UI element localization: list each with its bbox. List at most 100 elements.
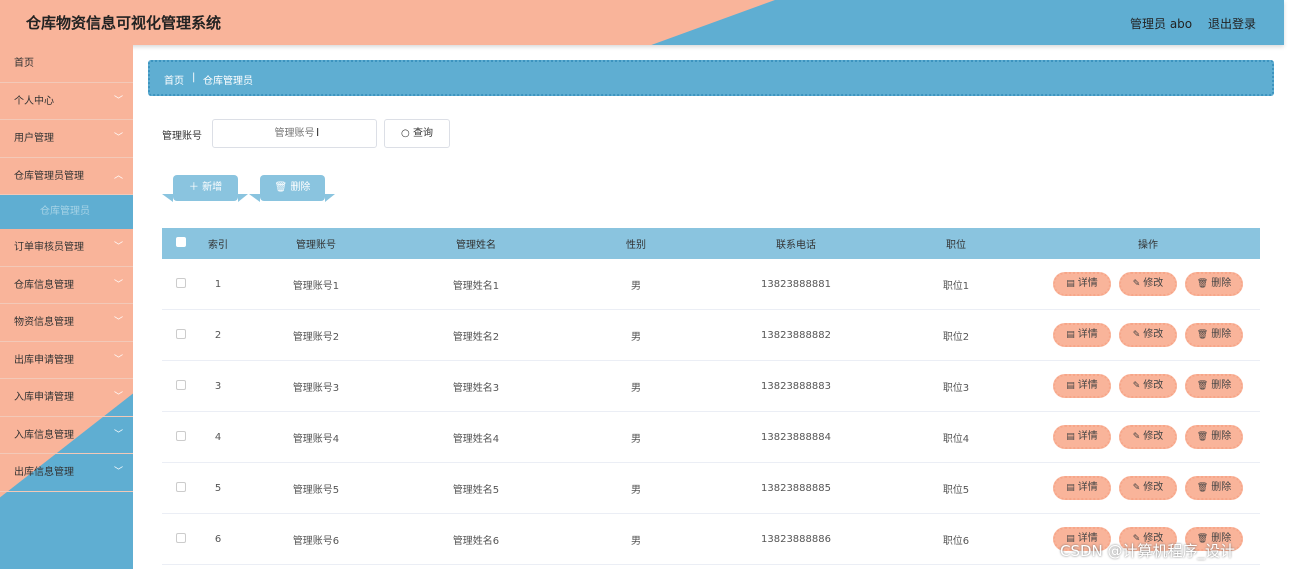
column-header: 管理姓名 bbox=[456, 240, 496, 251]
document-icon: ▤ bbox=[1066, 330, 1075, 340]
logout-link[interactable]: 退出登录 bbox=[1208, 15, 1256, 32]
bulk-delete-button[interactable]: 🗑 删除 bbox=[249, 175, 335, 202]
cell-phone: 13823888884 bbox=[761, 431, 831, 443]
cell-operations: ▤ 详情 ✎ 修改 🗑 删除 bbox=[1036, 323, 1260, 347]
sidebar-item-label: 首页 bbox=[14, 58, 34, 69]
sidebar-item-users[interactable]: 用户管理 ﹀ bbox=[0, 120, 133, 158]
cell-phone: 13823888886 bbox=[761, 533, 831, 545]
cell-operations: ▤ 详情 ✎ 修改 🗑 删除 bbox=[1036, 425, 1260, 449]
sidebar-item-warehouse-info[interactable]: 仓库信息管理 ﹀ bbox=[0, 267, 133, 304]
top-header: 仓库物资信息可视化管理系统 管理员 abo 退出登录 bbox=[0, 0, 1284, 45]
add-button[interactable]: ＋ 新增 bbox=[162, 175, 248, 202]
detail-button[interactable]: ▤ 详情 bbox=[1053, 323, 1111, 347]
cell-account: 管理账号6 bbox=[292, 535, 340, 547]
delete-button[interactable]: 🗑 删除 bbox=[1185, 323, 1243, 347]
delete-label: 删除 bbox=[1211, 278, 1232, 289]
sidebar-item-label: 仓库信息管理 bbox=[14, 279, 74, 291]
chevron-down-icon: ﹀ bbox=[113, 279, 123, 290]
cell-sex: 男 bbox=[631, 382, 641, 394]
column-header: 索引 bbox=[208, 240, 228, 251]
detail-button[interactable]: ▤ 详情 bbox=[1053, 476, 1111, 500]
row-checkbox[interactable] bbox=[176, 430, 186, 441]
chevron-down-icon: ﹀ bbox=[113, 429, 123, 440]
sidebar-item-order-reviewers[interactable]: 订单审核员管理 ﹀ bbox=[0, 229, 133, 267]
sidebar-item-material-info[interactable]: 物资信息管理 ﹀ bbox=[0, 304, 133, 342]
cell-name: 管理姓名6 bbox=[452, 535, 500, 547]
edit-button[interactable]: ✎ 修改 bbox=[1119, 374, 1177, 398]
sidebar-item-outbound-info[interactable]: 出库信息管理 ﹀ bbox=[0, 454, 133, 492]
search-button-label: 查询 bbox=[412, 128, 433, 139]
cell-sex: 男 bbox=[631, 535, 641, 547]
document-icon: ▤ bbox=[1066, 381, 1075, 391]
table-row: 2 管理账号2 管理姓名2 男 13823888882 职位2 ▤ 详情 ✎ 修改 … bbox=[162, 310, 1260, 361]
table-row: 3 管理账号3 管理姓名3 男 13823888883 职位3 ▤ 详情 ✎ 修改 … bbox=[162, 361, 1260, 412]
edit-button[interactable]: ✎ 修改 bbox=[1119, 323, 1177, 347]
cell-index: 4 bbox=[214, 431, 222, 443]
search-input[interactable] bbox=[212, 119, 377, 148]
edit-button[interactable]: ✎ 修改 bbox=[1119, 476, 1177, 500]
app-title: 仓库物资信息可视化管理系统 bbox=[26, 14, 222, 32]
detail-button[interactable]: ▤ 详情 bbox=[1053, 374, 1111, 398]
detail-label: 详情 bbox=[1077, 329, 1098, 340]
select-all-checkbox[interactable] bbox=[176, 237, 186, 247]
search-label: 管理账号 bbox=[162, 131, 202, 142]
trash-icon: 🗑 bbox=[274, 182, 288, 193]
search-button[interactable]: ○ 查询 bbox=[384, 119, 450, 148]
detail-button[interactable]: ▤ 详情 bbox=[1053, 272, 1111, 296]
cell-phone: 13823888882 bbox=[761, 329, 831, 341]
edit-button[interactable]: ✎ 修改 bbox=[1119, 425, 1177, 449]
column-header: 联系电话 bbox=[776, 240, 816, 251]
row-checkbox[interactable] bbox=[176, 328, 186, 339]
cell-account: 管理账号4 bbox=[292, 433, 340, 445]
cell-account: 管理账号3 bbox=[292, 382, 340, 394]
cell-index: 5 bbox=[214, 482, 222, 494]
sidebar-item-inbound-info[interactable]: 入库信息管理 ﹀ bbox=[0, 417, 133, 454]
sidebar-item-home[interactable]: 首页 bbox=[0, 45, 133, 83]
row-checkbox[interactable] bbox=[176, 481, 186, 492]
cell-account: 管理账号1 bbox=[292, 280, 340, 292]
trash-icon: 🗑 bbox=[1196, 432, 1209, 442]
column-header: 职位 bbox=[946, 240, 966, 251]
pencil-icon: ✎ bbox=[1132, 381, 1141, 391]
row-checkbox[interactable] bbox=[176, 277, 186, 288]
row-checkbox[interactable] bbox=[176, 379, 186, 390]
table-header: 索引 管理账号 管理姓名 性别 联系电话 职位 操作 bbox=[162, 228, 1260, 259]
chevron-down-icon: ﹀ bbox=[113, 392, 123, 402]
cell-name: 管理姓名3 bbox=[452, 382, 500, 394]
sidebar-item-label: 订单审核员管理 bbox=[14, 242, 84, 253]
delete-button[interactable]: 🗑 删除 bbox=[1185, 425, 1243, 449]
cell-phone: 13823888885 bbox=[761, 482, 831, 494]
edit-button[interactable]: ✎ 修改 bbox=[1119, 272, 1177, 296]
delete-label: 删除 bbox=[1211, 482, 1232, 493]
cell-index: 6 bbox=[214, 533, 222, 545]
sidebar-item-inbound-requests[interactable]: 入库申请管理 ﹀ bbox=[0, 379, 133, 417]
delete-button[interactable]: 🗑 删除 bbox=[1185, 374, 1243, 398]
sidebar-subitem-warehouse-admin[interactable]: 仓库管理员 bbox=[0, 195, 133, 229]
sidebar-item-outbound-requests[interactable]: 出库申请管理 ﹀ bbox=[0, 342, 133, 379]
trash-icon: 🗑 bbox=[1196, 483, 1209, 493]
pencil-icon: ✎ bbox=[1132, 330, 1141, 340]
sidebar-item-warehouse-admins[interactable]: 仓库管理员管理 ︿ bbox=[0, 158, 133, 195]
detail-label: 详情 bbox=[1077, 278, 1098, 289]
cell-name: 管理姓名5 bbox=[452, 484, 500, 496]
sidebar-item-label: 出库申请管理 bbox=[14, 354, 74, 366]
sidebar-item-profile[interactable]: 个人中心 ﹀ bbox=[0, 83, 133, 120]
chevron-down-icon: ﹀ bbox=[113, 242, 123, 252]
edit-label: 修改 bbox=[1143, 278, 1164, 289]
pencil-icon: ✎ bbox=[1132, 483, 1141, 493]
chevron-down-icon: ﹀ bbox=[113, 317, 123, 327]
row-checkbox[interactable] bbox=[176, 532, 186, 543]
column-header: 性别 bbox=[626, 240, 646, 251]
delete-button[interactable]: 🗑 删除 bbox=[1185, 476, 1243, 500]
breadcrumb-home[interactable]: 首页 bbox=[164, 72, 184, 87]
table-row: 1 管理账号1 管理姓名1 男 13823888881 职位1 ▤ 详情 ✎ 修改 … bbox=[162, 259, 1260, 310]
text-cursor-icon: I bbox=[316, 126, 320, 139]
cell-phone: 13823888883 bbox=[761, 380, 831, 392]
delete-button[interactable]: 🗑 删除 bbox=[1185, 272, 1243, 296]
edit-label: 修改 bbox=[1143, 380, 1164, 391]
detail-button[interactable]: ▤ 详情 bbox=[1053, 425, 1111, 449]
cell-index: 2 bbox=[214, 329, 222, 341]
cell-sex: 男 bbox=[631, 280, 641, 292]
sidebar-item-label: 入库申请管理 bbox=[14, 392, 74, 403]
table-row: 4 管理账号4 管理姓名4 男 13823888884 职位4 ▤ 详情 ✎ 修改 … bbox=[162, 412, 1260, 463]
